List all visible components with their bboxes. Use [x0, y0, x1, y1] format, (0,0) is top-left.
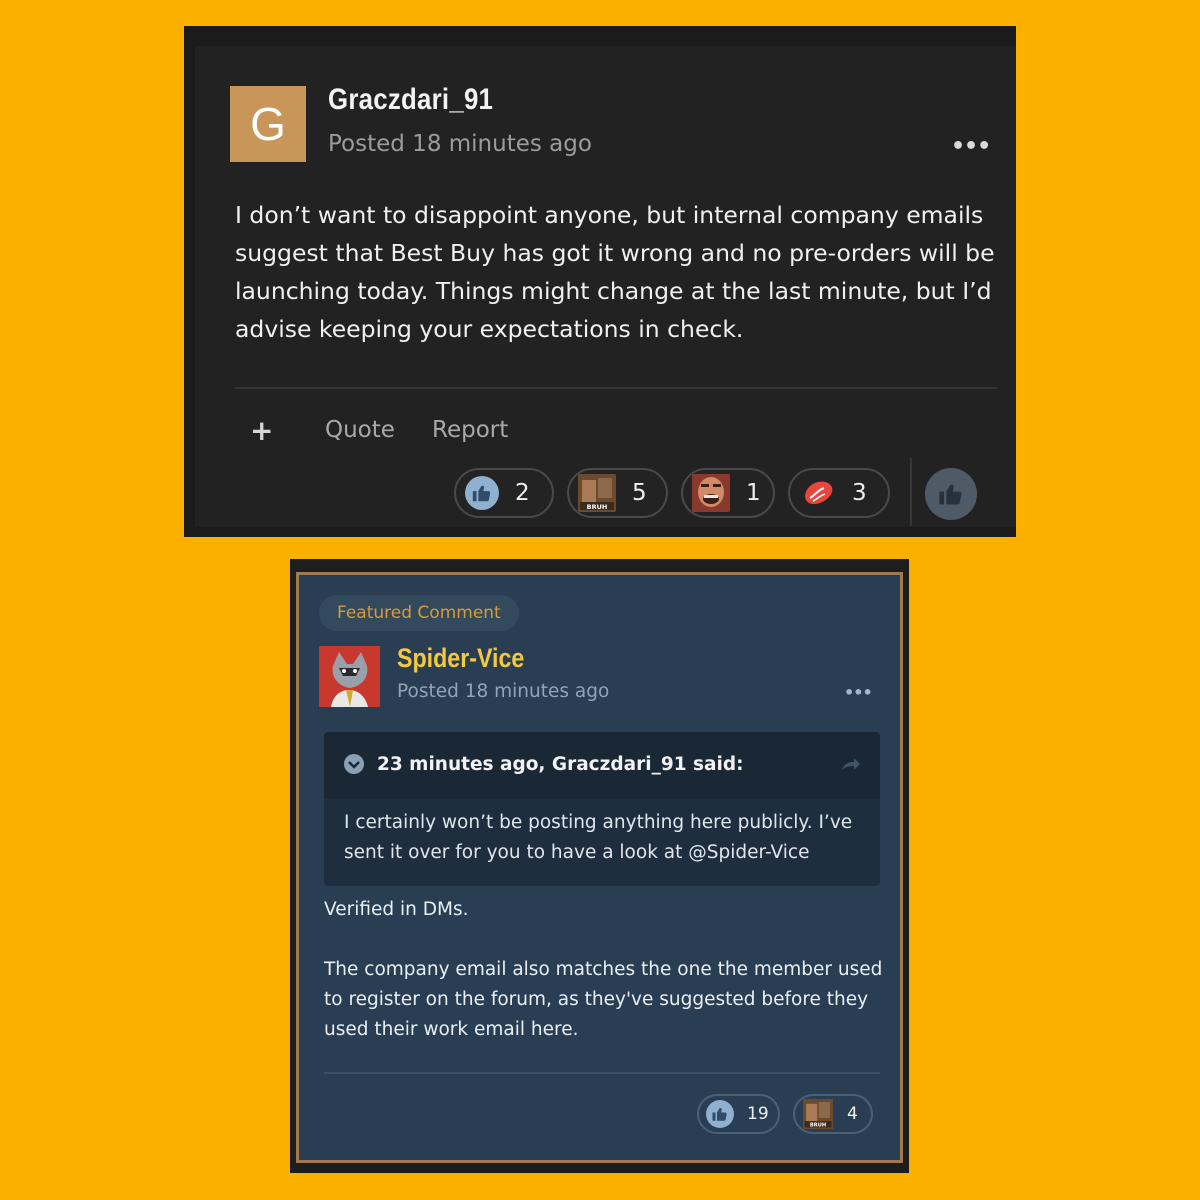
thumbs-up-icon	[706, 1100, 734, 1128]
quote-button[interactable]: Quote	[325, 417, 395, 443]
reaction-bruh[interactable]: BRUH 4	[793, 1094, 873, 1134]
share-arrow-icon[interactable]	[840, 754, 862, 778]
post-body-line: The company email also matches the one t…	[324, 959, 883, 1040]
avatar[interactable]: G	[230, 86, 306, 162]
reaction-count: 19	[747, 1104, 769, 1124]
divider	[235, 387, 997, 389]
author-name[interactable]: Graczdari_91	[328, 83, 493, 117]
reaction-count: 1	[746, 480, 761, 506]
reaction-thumbs-up[interactable]: 2	[454, 468, 554, 518]
reaction-bruh[interactable]: BRUH 5	[567, 468, 668, 518]
laughing-face-reaction-icon	[692, 474, 730, 512]
post-timestamp: Posted 18 minutes ago	[328, 131, 592, 157]
avatar[interactable]	[319, 646, 380, 707]
quote-citation: 23 minutes ago, Graczdari_91 said:	[377, 754, 744, 775]
thumbs-up-icon	[939, 484, 962, 505]
post-body: I don’t want to disappoint anyone, but i…	[235, 201, 995, 343]
reaction-thumbs-up[interactable]: 19	[697, 1094, 780, 1134]
featured-post-card: Featured Comment Spider-Vice Posted 18 m…	[296, 572, 903, 1163]
reaction-steak[interactable]: 3	[788, 468, 890, 518]
reaction-count: 4	[847, 1104, 858, 1124]
quote-header[interactable]: 23 minutes ago, Graczdari_91 said:	[324, 732, 880, 799]
more-options-icon[interactable]: •••	[951, 134, 991, 159]
quote-block: 23 minutes ago, Graczdari_91 said: I cer…	[324, 732, 880, 886]
divider	[910, 458, 912, 526]
post-card: G Graczdari_91 Posted 18 minutes ago •••…	[195, 46, 1016, 527]
svg-text:BRUH: BRUH	[810, 1123, 826, 1129]
steak-reaction-icon	[805, 481, 833, 504]
chevron-down-icon[interactable]	[344, 754, 364, 774]
divider	[324, 1072, 880, 1074]
forum-post-spider-vice: Featured Comment Spider-Vice Posted 18 m…	[290, 559, 909, 1173]
post-body: Verified in DMs. The company email also …	[324, 895, 884, 1045]
featured-comment-badge: Featured Comment	[319, 595, 519, 631]
quote-text: I certainly won’t be posting anything he…	[344, 812, 853, 863]
react-button[interactable]	[925, 468, 977, 520]
author-name[interactable]: Spider-Vice	[397, 643, 524, 674]
forum-post-graczdari: G Graczdari_91 Posted 18 minutes ago •••…	[184, 26, 1016, 537]
reaction-count: 2	[515, 480, 530, 506]
report-button[interactable]: Report	[432, 417, 508, 443]
reaction-laughing[interactable]: 1	[681, 468, 775, 518]
thumbs-up-icon	[465, 476, 499, 510]
post-body-line: Verified in DMs.	[324, 899, 469, 920]
bruh-reaction-icon: BRUH	[803, 1099, 833, 1129]
svg-text:BRUH: BRUH	[587, 503, 608, 511]
reaction-count: 5	[632, 480, 647, 506]
bruh-reaction-icon: BRUH	[578, 474, 616, 512]
more-options-icon[interactable]: •••	[844, 683, 873, 702]
multiquote-plus-button[interactable]: +	[250, 414, 273, 447]
reaction-count: 3	[852, 480, 867, 506]
post-timestamp: Posted 18 minutes ago	[397, 681, 610, 702]
